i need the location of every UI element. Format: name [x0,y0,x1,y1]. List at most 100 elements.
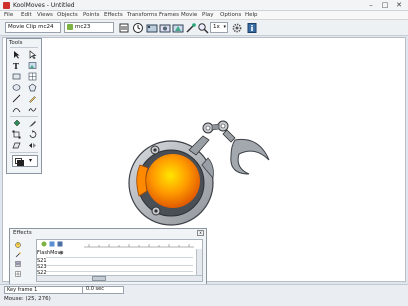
clock-icon [133,23,143,33]
storyboard-button[interactable] [118,22,130,34]
menu-help[interactable]: Help [245,12,258,18]
edit-effect-icon[interactable] [49,241,55,247]
menu-frames[interactable]: Frames [159,12,179,18]
preview-button[interactable] [146,22,158,34]
brush-tool[interactable] [28,119,37,128]
minimize-icon[interactable]: – [364,0,378,10]
grid-tool[interactable] [28,72,37,81]
oval-tool[interactable] [12,83,21,92]
chevron-down-icon: ▾ [29,157,33,164]
delete-effect-icon[interactable] [57,241,63,247]
clock-icon[interactable] [15,242,21,248]
rotate-icon [29,130,37,138]
web-icon [172,24,184,33]
freehand-tool[interactable] [28,105,37,114]
layers-icon[interactable] [15,261,21,267]
divider [10,47,38,48]
skew-icon [12,142,21,149]
menu-options[interactable]: Options [220,12,241,18]
chevron-down-icon: ▾ [223,24,226,30]
menu-file[interactable]: File [4,12,13,18]
pencil-tool[interactable] [28,94,37,103]
resize-icon [12,130,21,139]
add-effect-icon[interactable] [41,241,47,247]
settings-button[interactable] [231,22,243,34]
grid-icon [28,72,37,81]
text-tool[interactable]: T [12,61,21,70]
scroll-thumb[interactable] [92,276,106,281]
vertical-scrollbar[interactable] [196,249,202,275]
divider [10,116,38,117]
movie-icon [146,24,158,33]
freehand-icon [28,107,37,112]
subselect-tool[interactable] [28,50,37,59]
skew-tool[interactable] [12,141,21,150]
close-icon[interactable]: x [197,230,204,236]
magnifier-icon [198,23,209,34]
flip-tool[interactable] [28,141,37,150]
line-tool[interactable] [12,94,21,103]
eye-icon[interactable]: ◉ [59,250,63,256]
line-icon [12,94,21,103]
eyedropper-button[interactable] [185,22,197,34]
close-icon[interactable]: ✕ [392,0,406,10]
main-toolbar: Movie Clip mc24 mc23 1x ▾ [0,20,408,36]
menu-edit[interactable]: Edit [21,12,32,18]
menu-bar: File Edit Views Objects Points Effects T… [0,11,408,20]
export-button[interactable] [159,22,171,34]
stroke-color-swatch[interactable] [17,160,24,166]
app-logo-icon [3,2,10,9]
paint-bucket-icon [13,119,21,127]
title-bar: KoolMoves - Untitled – □ ✕ [0,0,408,11]
effects-panel-title: Effects [13,230,32,236]
menu-objects[interactable]: Objects [57,12,78,18]
grid-icon[interactable] [15,271,21,277]
select-tool[interactable] [12,50,21,59]
pencil-icon [29,96,36,103]
maximize-icon[interactable]: □ [378,0,392,10]
effects-panel: Effects x FlashMove ◉ S21 S23 S22 [9,228,207,285]
menu-transforms[interactable]: Transforms [127,12,157,18]
rotate-tool[interactable] [28,130,37,139]
polygon-icon [28,83,37,92]
menu-views[interactable]: Views [37,12,53,18]
clip-label: mc23 [75,24,91,30]
timeline-button[interactable] [132,22,144,34]
divider [10,152,38,153]
movie-clip-select[interactable]: Movie Clip mc24 [5,22,61,33]
tools-panel: Tools T ▾ [6,38,42,174]
menu-effects[interactable]: Effects [104,12,123,18]
text-icon: T [13,61,19,70]
menu-points[interactable]: Points [83,12,100,18]
time-status: 0.0 sec [82,286,124,294]
help-button[interactable] [246,22,258,34]
polygon-tool[interactable] [28,83,37,92]
horizontal-scrollbar[interactable] [37,275,202,281]
window-title: KoolMoves - Untitled [13,2,75,9]
zoom-button[interactable] [197,22,209,34]
rectangle-tool[interactable] [12,72,21,81]
image-icon [28,62,37,69]
oval-icon [12,84,21,91]
menu-movie[interactable]: Movie [181,12,197,18]
arrow-pointer-icon [14,51,20,59]
scale-tool[interactable] [12,130,21,139]
gear-icon [232,23,242,33]
publish-button[interactable] [172,22,184,34]
mouse-coordinates: Mouse: (25, 276) [4,296,51,302]
fill-tool[interactable] [12,119,21,128]
clip-selector[interactable]: mc23 [64,22,114,33]
curve-icon [12,108,21,113]
flip-icon [29,143,36,148]
clip-icon [67,24,73,30]
zoom-value: 1x [213,24,220,30]
color-picker[interactable]: ▾ [12,155,38,167]
image-tool[interactable] [28,61,37,70]
status-bar: Key frame 1 0.0 sec Mouse: (25, 276) [0,284,408,306]
frame-ruler[interactable] [84,243,194,248]
wand-icon[interactable] [15,252,21,258]
export-icon [159,24,171,33]
menu-play[interactable]: Play [202,12,213,18]
zoom-select[interactable]: 1x ▾ [210,22,228,33]
curve-tool[interactable] [12,105,21,114]
